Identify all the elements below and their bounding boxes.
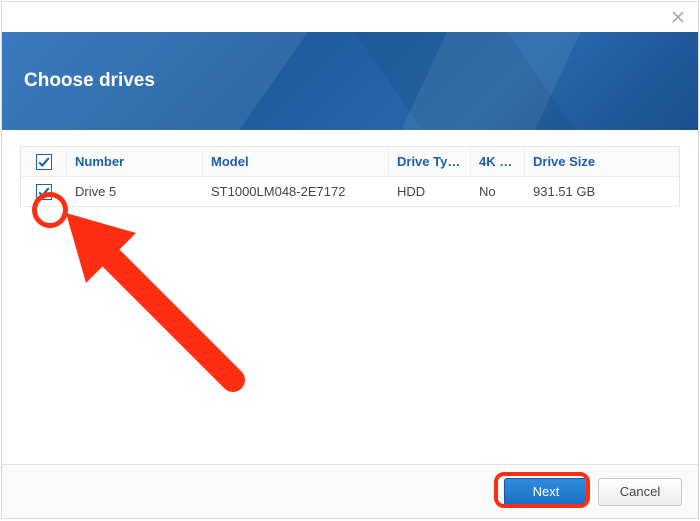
column-header-4k[interactable]: 4K … bbox=[471, 147, 525, 176]
column-header-drive-type[interactable]: Drive Ty… bbox=[389, 147, 471, 176]
cell-number: Drive 5 bbox=[67, 177, 203, 206]
next-button[interactable]: Next bbox=[504, 478, 588, 506]
content-area: Number Model Drive Ty… 4K … Drive Size D… bbox=[2, 130, 698, 464]
table-row[interactable]: Drive 5 ST1000LM048-2E7172 HDD No 931.51… bbox=[21, 177, 679, 207]
cell-4k: No bbox=[471, 177, 525, 206]
close-icon[interactable] bbox=[670, 9, 686, 25]
select-all-checkbox[interactable] bbox=[36, 154, 52, 170]
cell-model: ST1000LM048-2E7172 bbox=[203, 177, 389, 206]
row-checkbox[interactable] bbox=[36, 184, 52, 200]
column-header-checkbox bbox=[21, 147, 67, 176]
cell-drive-size: 931.51 GB bbox=[525, 177, 679, 206]
table-header-row: Number Model Drive Ty… 4K … Drive Size bbox=[21, 147, 679, 177]
header-band: Choose drives bbox=[2, 32, 698, 130]
page-title: Choose drives bbox=[24, 70, 155, 92]
column-header-model[interactable]: Model bbox=[203, 147, 389, 176]
column-header-drive-size[interactable]: Drive Size bbox=[525, 147, 679, 176]
column-header-number[interactable]: Number bbox=[67, 147, 203, 176]
titlebar bbox=[2, 2, 698, 32]
cell-drive-type: HDD bbox=[389, 177, 471, 206]
dialog-footer: Next Cancel bbox=[2, 464, 698, 518]
cancel-button[interactable]: Cancel bbox=[598, 478, 682, 506]
drives-table: Number Model Drive Ty… 4K … Drive Size D… bbox=[20, 146, 680, 207]
dialog-window: Choose drives Number Model Drive Ty… 4K … bbox=[1, 1, 699, 519]
row-checkbox-cell bbox=[21, 177, 67, 206]
